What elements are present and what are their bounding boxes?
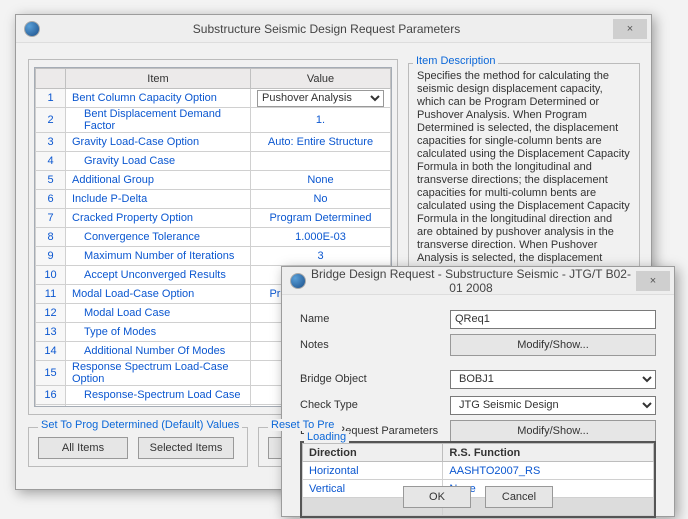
window-title: Bridge Design Request - Substructure Sei… xyxy=(306,267,636,295)
row-item: Response-Spectrum Angle Option xyxy=(66,405,251,408)
row-item: Accept Unconverged Results xyxy=(66,266,251,285)
table-row[interactable]: 8Convergence Tolerance1.000E-03 xyxy=(36,228,391,247)
table-row[interactable]: 2Bent Displacement Demand Factor1. xyxy=(36,108,391,133)
cell-direction: Horizontal xyxy=(303,462,443,480)
row-index: 5 xyxy=(36,171,66,190)
design-request-window: Bridge Design Request - Substructure Sei… xyxy=(281,266,675,517)
cell-function: AASHTO2007_RS xyxy=(443,462,654,480)
titlebar: Substructure Seismic Design Request Para… xyxy=(16,15,651,43)
label-bridge-object: Bridge Object xyxy=(300,373,450,385)
row-index: 1 xyxy=(36,89,66,108)
row-value[interactable]: 1. xyxy=(251,108,391,133)
table-row[interactable]: HorizontalAASHTO2007_RS xyxy=(303,462,654,480)
window-title: Substructure Seismic Design Request Para… xyxy=(40,22,613,36)
all-items-button[interactable]: All Items xyxy=(38,437,128,459)
params-modify-button[interactable]: Modify/Show... xyxy=(450,420,656,442)
cancel-button[interactable]: Cancel xyxy=(485,486,553,508)
col-item: Item xyxy=(66,69,251,89)
row-index: 11 xyxy=(36,285,66,304)
reset-legend: Reset To Pre xyxy=(268,419,342,431)
row-index: 6 xyxy=(36,190,66,209)
col-index xyxy=(36,69,66,89)
row-index: 4 xyxy=(36,152,66,171)
row-item: Type of Modes xyxy=(66,323,251,342)
row-index: 13 xyxy=(36,323,66,342)
row-value[interactable]: Auto: Entire Structure xyxy=(251,133,391,152)
row-value[interactable] xyxy=(251,152,391,171)
row-value[interactable]: None xyxy=(251,171,391,190)
row-index: 7 xyxy=(36,209,66,228)
row-value[interactable]: 1.000E-03 xyxy=(251,228,391,247)
value-select[interactable]: Pushover Analysis xyxy=(257,90,384,107)
row-index: 10 xyxy=(36,266,66,285)
row-index: 16 xyxy=(36,386,66,405)
check-type-select[interactable]: JTG Seismic Design xyxy=(450,396,656,415)
row-value[interactable]: Pushover Analysis xyxy=(251,89,391,108)
row-value[interactable]: No xyxy=(251,190,391,209)
ok-button[interactable]: OK xyxy=(403,486,471,508)
col-function: R.S. Function xyxy=(443,444,654,462)
row-index: 2 xyxy=(36,108,66,133)
row-item: Response-Spectrum Load Case xyxy=(66,386,251,405)
selected-items-button[interactable]: Selected Items xyxy=(138,437,234,459)
row-item: Modal Load-Case Option xyxy=(66,285,251,304)
row-item: Modal Load Case xyxy=(66,304,251,323)
row-item: Convergence Tolerance xyxy=(66,228,251,247)
table-row[interactable]: 4Gravity Load Case xyxy=(36,152,391,171)
label-check-type: Check Type xyxy=(300,399,450,411)
row-value[interactable]: Program Determined xyxy=(251,209,391,228)
row-item: Additional Group xyxy=(66,171,251,190)
row-item: Gravity Load Case xyxy=(66,152,251,171)
set-defaults-legend: Set To Prog Determined (Default) Values xyxy=(38,419,242,431)
loading-legend: Loading xyxy=(304,431,349,443)
titlebar: Bridge Design Request - Substructure Sei… xyxy=(282,267,674,295)
row-item: Bent Column Capacity Option xyxy=(66,89,251,108)
row-value[interactable]: 3 xyxy=(251,247,391,266)
row-item: Bent Displacement Demand Factor xyxy=(66,108,251,133)
name-field[interactable] xyxy=(450,310,656,329)
item-description: Specifies the method for calculating the… xyxy=(408,63,640,289)
desc-legend: Item Description xyxy=(413,55,498,67)
label-notes: Notes xyxy=(300,339,450,351)
notes-modify-button[interactable]: Modify/Show... xyxy=(450,334,656,356)
row-index: 15 xyxy=(36,361,66,386)
row-index: 8 xyxy=(36,228,66,247)
row-index: 3 xyxy=(36,133,66,152)
row-item: Additional Number Of Modes xyxy=(66,342,251,361)
row-item: Maximum Number of Iterations xyxy=(66,247,251,266)
row-index: 14 xyxy=(36,342,66,361)
table-row[interactable]: 5Additional GroupNone xyxy=(36,171,391,190)
table-row[interactable]: 6Include P-DeltaNo xyxy=(36,190,391,209)
table-row[interactable]: 9Maximum Number of Iterations3 xyxy=(36,247,391,266)
row-item: Include P-Delta xyxy=(66,190,251,209)
table-row[interactable]: 7Cracked Property OptionProgram Determin… xyxy=(36,209,391,228)
close-icon[interactable]: × xyxy=(613,19,647,39)
table-row[interactable]: 3Gravity Load-Case OptionAuto: Entire St… xyxy=(36,133,391,152)
row-item: Cracked Property Option xyxy=(66,209,251,228)
app-icon xyxy=(24,21,40,37)
table-row[interactable]: 1Bent Column Capacity Option Pushover Ana… xyxy=(36,89,391,108)
close-icon[interactable]: × xyxy=(636,271,670,291)
row-item: Gravity Load-Case Option xyxy=(66,133,251,152)
col-direction: Direction xyxy=(303,444,443,462)
row-index: 9 xyxy=(36,247,66,266)
app-icon xyxy=(290,273,306,289)
label-name: Name xyxy=(300,313,450,325)
col-value: Value xyxy=(251,69,391,89)
row-item: Response Spectrum Load-Case Option xyxy=(66,361,251,386)
row-index: 17 xyxy=(36,405,66,408)
bridge-object-select[interactable]: BOBJ1 xyxy=(450,370,656,389)
row-index: 12 xyxy=(36,304,66,323)
